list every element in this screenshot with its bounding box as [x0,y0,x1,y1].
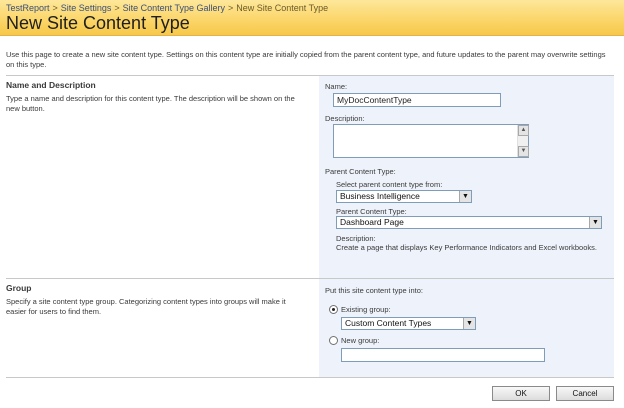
parent-group-select[interactable]: Business Intelligence ▼ [336,190,472,203]
chevron-down-icon[interactable]: ▼ [589,217,601,228]
ok-button[interactable]: OK [492,386,550,401]
existing-group-select-value: Custom Content Types [345,318,432,328]
name-label: Name: [325,82,348,91]
new-group-label: New group: [341,336,380,345]
scroll-down-icon[interactable]: ▼ [518,146,529,157]
name-section-title: Name and Description [6,80,96,90]
breadcrumb-separator: > [52,3,58,13]
description-label: Description: [325,114,365,123]
parent-type-label: Parent Content Type: [336,207,407,216]
parent-description-label: Description: [336,234,376,243]
name-section-description: Type a name and description for this con… [6,94,295,113]
description-textarea[interactable]: ▲ ▼ [333,124,529,158]
existing-group-radio[interactable] [329,305,338,314]
title-bar: TestReport > Site Settings > Site Content Ty… [0,0,624,36]
breadcrumb-link-site-settings[interactable]: Site Settings [61,3,112,13]
page-title: New Site Content Type [6,13,190,33]
intro-text: Use this page to create a new site conte… [6,50,606,69]
breadcrumb-current: New Site Content Type [236,3,329,13]
breadcrumb: TestReport > Site Settings > Site Content Ty… [6,3,328,13]
breadcrumb-link-content-type-gallery[interactable]: Site Content Type Gallery [123,3,225,13]
parent-type-select-value: Dashboard Page [340,217,404,227]
chevron-down-icon[interactable]: ▼ [459,191,471,202]
new-group-radio[interactable] [329,336,338,345]
breadcrumb-separator: > [227,3,234,13]
new-group-input[interactable] [341,348,545,362]
divider [6,377,614,378]
select-parent-from-label: Select parent content type from: [336,180,443,189]
breadcrumb-link-testreport[interactable]: TestReport [6,3,50,13]
group-section-title: Group [6,283,32,293]
description-scrollbar[interactable]: ▲ ▼ [517,125,529,157]
put-into-label: Put this site content type into: [325,286,423,295]
scroll-up-icon[interactable]: ▲ [518,125,529,136]
group-section-description: Specify a site content type group. Categ… [6,297,286,316]
parent-description-text: Create a page that displays Key Performa… [336,243,597,252]
cancel-button[interactable]: Cancel [556,386,614,401]
parent-type-select[interactable]: Dashboard Page ▼ [336,216,602,229]
existing-group-select[interactable]: Custom Content Types ▼ [341,317,476,330]
parent-group-select-value: Business Intelligence [340,191,420,201]
existing-group-label: Existing group: [341,305,391,314]
chevron-down-icon[interactable]: ▼ [463,318,475,329]
breadcrumb-separator: > [114,3,120,13]
name-input[interactable]: MyDocContentType [333,93,501,107]
parent-content-type-label: Parent Content Type: [325,167,396,176]
